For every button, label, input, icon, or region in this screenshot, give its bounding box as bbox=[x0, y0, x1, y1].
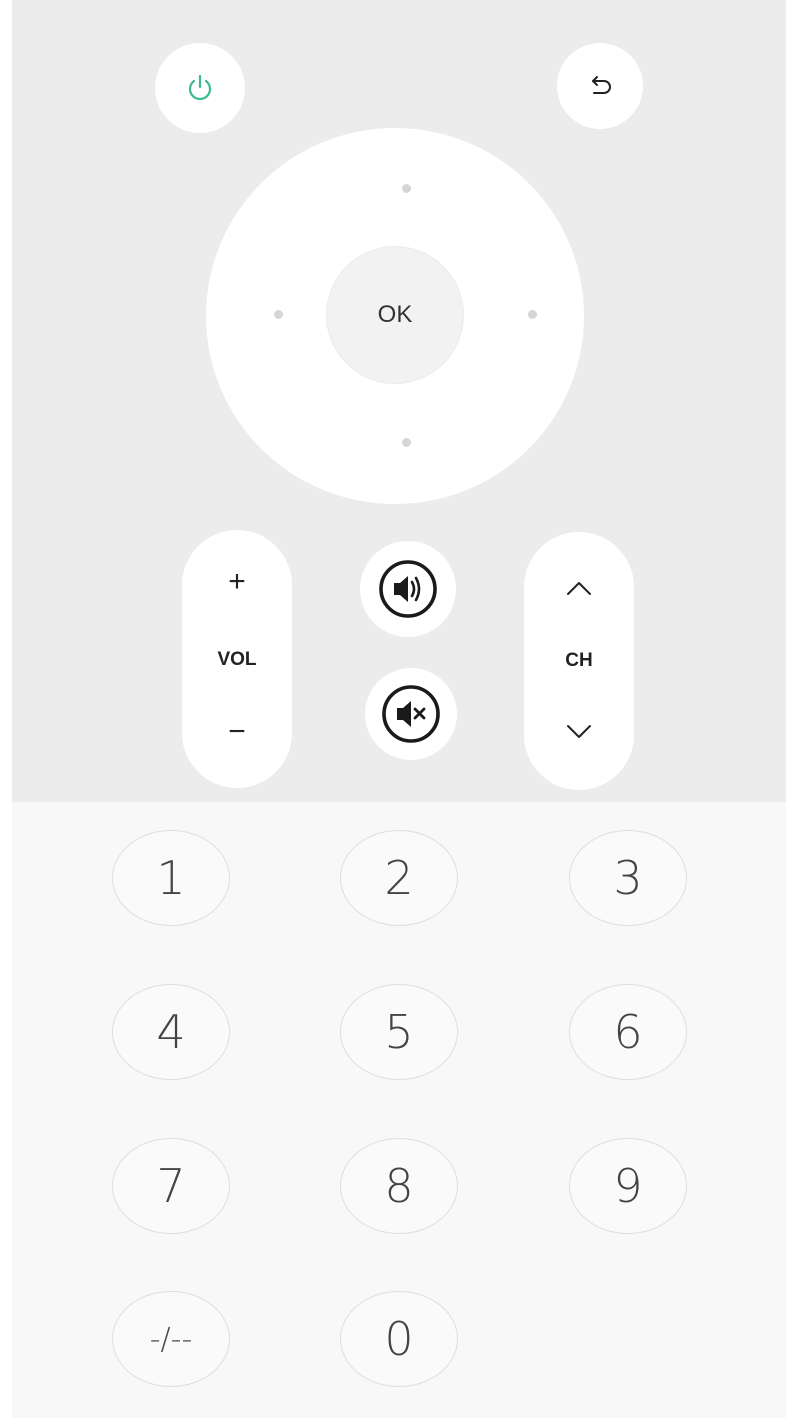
channel-label: CH bbox=[565, 650, 593, 671]
mute-button[interactable] bbox=[365, 668, 457, 760]
dpad-left-button[interactable] bbox=[274, 310, 283, 319]
volume-up-button[interactable]: + bbox=[182, 552, 292, 612]
channel-up-button[interactable] bbox=[524, 558, 634, 618]
chevron-down-icon bbox=[567, 725, 591, 738]
key-3-button[interactable]: 3 bbox=[569, 830, 687, 926]
power-button[interactable] bbox=[155, 43, 245, 133]
key-5-button[interactable]: 5 bbox=[340, 984, 458, 1080]
channel-control: CH bbox=[524, 532, 634, 790]
volume-control: + VOL − bbox=[182, 530, 292, 788]
dpad-down-button[interactable] bbox=[402, 438, 411, 447]
remote-control-panel: OK + VOL − CH bbox=[12, 0, 786, 802]
back-button[interactable] bbox=[557, 43, 643, 129]
dpad-right-button[interactable] bbox=[528, 310, 537, 319]
dpad-up-button[interactable] bbox=[402, 184, 411, 193]
key-8-button[interactable]: 8 bbox=[340, 1138, 458, 1234]
key-2-button[interactable]: 2 bbox=[340, 830, 458, 926]
volume-label: VOL bbox=[217, 649, 257, 670]
number-keypad: 1 2 3 4 5 6 7 8 9 -/-- 0 bbox=[12, 802, 786, 1418]
plus-icon: + bbox=[228, 565, 246, 598]
key-digit-mode-button[interactable]: -/-- bbox=[112, 1291, 230, 1387]
key-9-button[interactable]: 9 bbox=[569, 1138, 687, 1234]
speaker-button[interactable] bbox=[360, 541, 456, 637]
speaker-icon bbox=[379, 560, 437, 618]
minus-icon: − bbox=[228, 715, 246, 748]
channel-down-button[interactable] bbox=[524, 702, 634, 762]
back-arrow-icon bbox=[592, 76, 611, 94]
key-4-button[interactable]: 4 bbox=[112, 984, 230, 1080]
key-0-button[interactable]: 0 bbox=[340, 1291, 458, 1387]
chevron-up-icon bbox=[567, 582, 591, 595]
key-7-button[interactable]: 7 bbox=[112, 1138, 230, 1234]
volume-down-button[interactable]: − bbox=[182, 702, 292, 762]
key-1-button[interactable]: 1 bbox=[112, 830, 230, 926]
directional-pad: OK bbox=[206, 128, 584, 504]
power-icon bbox=[188, 74, 212, 101]
ok-button[interactable]: OK bbox=[326, 246, 464, 384]
key-6-button[interactable]: 6 bbox=[569, 984, 687, 1080]
mute-icon bbox=[382, 685, 440, 743]
